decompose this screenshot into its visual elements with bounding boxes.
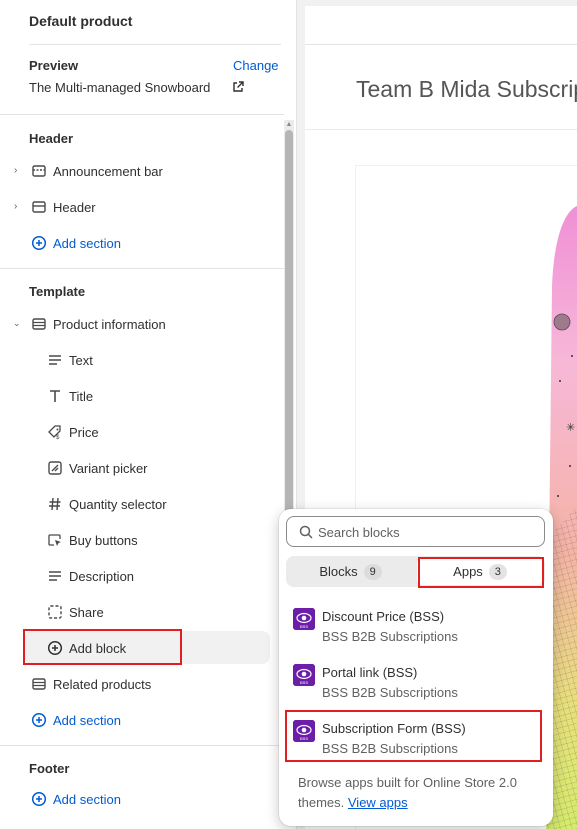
section-header[interactable]: › Header (0, 189, 284, 225)
add-block-popover: Blocks 9 Apps 3 BSS Discount Price (BSS)… (279, 509, 553, 826)
block-label: Price (69, 424, 99, 440)
app-block-discount-price[interactable]: BSS Discount Price (BSS) BSS B2B Subscri… (279, 606, 553, 658)
svg-text:$: $ (56, 435, 60, 440)
template-title: Default product (29, 13, 133, 29)
block-price[interactable]: $ Price (0, 414, 284, 450)
price-tag-icon: $ (48, 425, 61, 440)
section-related-products[interactable]: Related products (0, 666, 284, 702)
section-label: Product information (53, 316, 166, 332)
template-group-title: Template (29, 284, 86, 299)
section-announcement-bar[interactable]: › Announcement bar (0, 153, 284, 189)
share-dashed-icon (48, 605, 62, 619)
section-icon (32, 165, 46, 177)
preview-product-name: The Multi-managed Snowboard (29, 80, 211, 95)
chevron-down-icon[interactable]: ⌄ (13, 318, 23, 328)
block-quantity-selector[interactable]: Quantity selector (0, 486, 284, 522)
header-group-title: Header (29, 131, 74, 146)
variant-icon (48, 461, 62, 475)
block-text[interactable]: Text (0, 342, 284, 378)
plus-circle-icon (31, 791, 47, 807)
svg-text:✳: ✳ (566, 422, 575, 434)
block-label: Title (69, 388, 94, 404)
external-link-icon[interactable] (232, 81, 244, 93)
block-description[interactable]: Description (0, 558, 284, 594)
title-t-icon (50, 390, 60, 402)
section-icon (32, 318, 46, 330)
search-blocks-field[interactable] (286, 516, 545, 547)
chevron-right-icon[interactable]: › (14, 202, 24, 212)
block-title[interactable]: Title (0, 378, 284, 414)
app-block-portal-link[interactable]: BSS Portal link (BSS) BSS B2B Subscripti… (279, 662, 553, 714)
divider (29, 44, 281, 45)
annotation-highlight-box (418, 557, 544, 588)
add-section-header-button[interactable]: Add section (0, 225, 284, 261)
scroll-up-arrow-icon[interactable]: ▲ (284, 120, 294, 130)
svg-text:BSS: BSS (300, 680, 308, 685)
annotation-highlight-box (285, 710, 542, 762)
section-product-information[interactable]: ⌄ Product information (0, 306, 284, 342)
add-section-label: Add section (53, 712, 121, 728)
block-label: Share (69, 604, 104, 620)
add-section-label: Add section (53, 235, 121, 251)
browse-apps-text: Browse apps built for Online Store 2.0 t… (298, 773, 543, 813)
hash-icon (49, 497, 61, 511)
block-label: Buy buttons (69, 532, 138, 548)
cursor-click-icon (48, 534, 61, 546)
app-provider: BSS B2B Subscriptions (322, 685, 458, 700)
search-icon (299, 525, 313, 539)
preview-label: Preview (29, 58, 79, 73)
block-label: Variant picker (69, 460, 148, 476)
tab-count-badge: 9 (363, 563, 382, 580)
section-label: Related products (53, 676, 152, 692)
block-variant-picker[interactable]: Variant picker (0, 450, 284, 486)
tab-label: Blocks (319, 564, 358, 579)
section-label: Header (53, 199, 96, 215)
add-section-footer-button[interactable]: Add section (0, 781, 284, 817)
chevron-right-icon[interactable]: › (14, 166, 24, 176)
block-buy-buttons[interactable]: Buy buttons (0, 522, 284, 558)
section-icon (32, 201, 46, 213)
divider (305, 129, 577, 130)
block-label: Text (69, 352, 93, 368)
bss-app-logo-icon: BSS (293, 608, 315, 630)
section-label: Announcement bar (53, 163, 163, 179)
app-block-name: Portal link (BSS) (322, 665, 418, 680)
block-share[interactable]: Share (0, 594, 284, 630)
theme-editor-sidebar: Default product Preview Change The Multi… (0, 0, 297, 829)
preview-topbar (305, 6, 577, 45)
add-section-template-button[interactable]: Add section (0, 702, 284, 738)
view-apps-link[interactable]: View apps (348, 795, 408, 810)
app-block-name: Discount Price (BSS) (322, 609, 445, 624)
divider (0, 114, 284, 115)
tab-blocks[interactable]: Blocks 9 (288, 558, 413, 585)
change-preview-link[interactable]: Change (233, 58, 279, 73)
footer-group-title: Footer (29, 761, 70, 776)
plus-circle-icon (31, 235, 47, 251)
block-label: Quantity selector (69, 496, 167, 512)
text-lines-icon (49, 571, 61, 581)
divider (0, 745, 284, 746)
product-title-preview: Team B Mida Subscrip (356, 76, 577, 102)
plus-circle-icon (31, 712, 47, 728)
search-blocks-input[interactable] (318, 522, 528, 542)
block-label: Description (69, 568, 135, 584)
add-section-label: Add section (53, 791, 121, 807)
annotation-highlight-box (23, 629, 182, 665)
section-icon (32, 678, 46, 690)
app-provider: BSS B2B Subscriptions (322, 629, 458, 644)
text-lines-icon (49, 355, 61, 365)
svg-text:BSS: BSS (300, 624, 308, 629)
bss-app-logo-icon: BSS (293, 664, 315, 686)
divider (0, 268, 284, 269)
